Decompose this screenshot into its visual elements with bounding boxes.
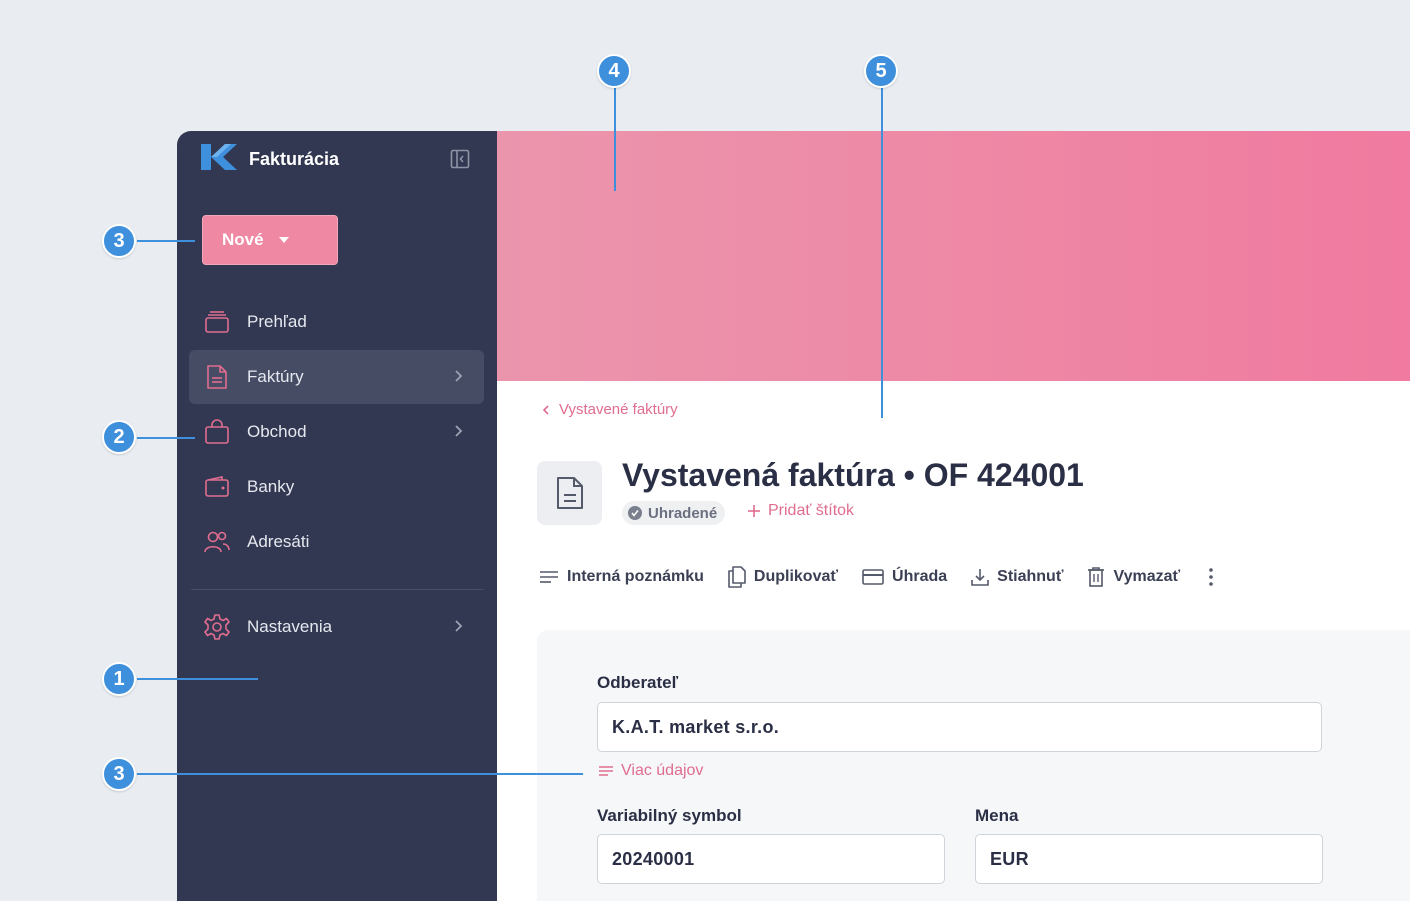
annotation-line xyxy=(881,88,883,418)
annotation-marker: 5 xyxy=(864,54,898,88)
bag-icon xyxy=(203,418,231,446)
currency-field[interactable]: EUR xyxy=(975,834,1323,884)
variable-symbol-field[interactable]: 20240001 xyxy=(597,834,945,884)
sidebar-nav: Prehľad Faktúry Obchod Banky Adresáti Na… xyxy=(189,295,484,655)
sidebar: Fakturácia Nové Prehľad Faktúry Obchod B… xyxy=(177,131,497,901)
lines-icon xyxy=(540,571,558,583)
annotation-marker: 1 xyxy=(102,662,136,696)
add-tag-label: Pridať štítok xyxy=(768,502,855,519)
breadcrumb-label: Vystavené faktúry xyxy=(559,401,678,418)
add-tag-button[interactable]: Pridať štítok xyxy=(747,502,854,520)
gear-icon xyxy=(203,613,231,641)
internal-note-label: Interná poznámku xyxy=(567,568,704,585)
duplicate-button[interactable]: Duplikovať xyxy=(728,566,838,588)
customer-field[interactable]: K.A.T. market s.r.o. xyxy=(597,702,1322,752)
more-info-button[interactable]: Viac údajov xyxy=(598,762,703,780)
check-circle-icon xyxy=(628,506,642,520)
delete-button[interactable]: Vymazať xyxy=(1087,567,1180,587)
payment-button[interactable]: Úhrada xyxy=(862,568,947,586)
document-icon xyxy=(556,477,583,509)
customer-label: Odberateľ xyxy=(597,673,679,692)
document-icon-box xyxy=(537,461,602,525)
chevron-left-icon xyxy=(542,404,549,415)
hero-banner xyxy=(497,131,1410,381)
brand[interactable]: Fakturácia xyxy=(201,143,340,175)
annotation-marker: 2 xyxy=(102,420,136,454)
kebab-menu-icon xyxy=(1209,568,1213,586)
annotation-marker: 4 xyxy=(597,54,631,88)
overview-icon xyxy=(203,308,231,336)
sidebar-item-label: Nastavenia xyxy=(247,617,333,636)
chevron-right-icon xyxy=(455,620,463,632)
sidebar-item-prehlad[interactable]: Prehľad xyxy=(189,295,484,349)
sidebar-item-label: Obchod xyxy=(247,422,307,441)
status-badge: Uhradené xyxy=(622,501,726,525)
annotation-line xyxy=(137,437,195,439)
collapse-sidebar-button[interactable] xyxy=(449,148,471,170)
sidebar-collapse-icon xyxy=(450,149,470,169)
wallet-icon xyxy=(203,473,231,501)
logo-icon xyxy=(201,143,237,175)
sidebar-item-label: Banky xyxy=(247,477,295,496)
annotation-line xyxy=(137,678,258,680)
chevron-right-icon xyxy=(455,425,463,437)
breadcrumb[interactable]: Vystavené faktúry xyxy=(541,401,678,418)
toolbar: Interná poznámku Duplikovať Úhrada Stiah… xyxy=(539,566,1218,588)
annotation-marker: 3 xyxy=(102,757,136,791)
currency-label: Mena xyxy=(975,806,1019,825)
duplicate-label: Duplikovať xyxy=(753,568,839,585)
sidebar-item-label: Faktúry xyxy=(247,367,304,386)
internal-note-button[interactable]: Interná poznámku xyxy=(539,568,704,586)
annotation-line xyxy=(137,240,195,242)
annotation-line xyxy=(614,88,616,191)
brand-name: Fakturácia xyxy=(249,148,340,169)
sidebar-item-banky[interactable]: Banky xyxy=(189,460,484,514)
more-options-button[interactable] xyxy=(1204,566,1218,588)
payment-label: Úhrada xyxy=(892,568,948,585)
sidebar-item-label: Prehľad xyxy=(247,312,307,331)
users-icon xyxy=(203,528,231,556)
variable-symbol-label: Variabilný symbol xyxy=(597,806,742,825)
annotation-marker: 3 xyxy=(102,224,136,258)
caret-down-icon xyxy=(278,237,289,243)
sidebar-item-faktury[interactable]: Faktúry xyxy=(189,350,484,404)
copy-icon xyxy=(728,566,746,588)
chevron-right-icon xyxy=(455,370,463,382)
main-content: Vystavené faktúry Vystavená faktúra • OF… xyxy=(497,131,1410,901)
more-info-label: Viac údajov xyxy=(621,762,704,779)
sidebar-divider xyxy=(191,589,484,590)
download-button[interactable]: Stiahnuť xyxy=(971,568,1063,586)
new-button[interactable]: Nové xyxy=(202,215,338,265)
plus-icon xyxy=(748,505,760,517)
annotation-line xyxy=(137,773,583,775)
invoice-icon xyxy=(203,363,231,391)
credit-card-icon xyxy=(862,569,884,585)
download-label: Stiahnuť xyxy=(997,568,1064,585)
delete-label: Vymazať xyxy=(1113,568,1181,585)
download-icon xyxy=(971,569,989,586)
status-label: Uhradené xyxy=(648,504,718,522)
new-button-label: Nové xyxy=(222,230,264,249)
sidebar-item-adresati[interactable]: Adresáti xyxy=(189,515,484,569)
lines-icon xyxy=(599,766,613,776)
invoice-form: Odberateľ K.A.T. market s.r.o. Viac údaj… xyxy=(537,630,1410,901)
trash-icon xyxy=(1088,567,1105,587)
sidebar-item-label: Adresáti xyxy=(247,532,310,551)
sidebar-item-nastavenia[interactable]: Nastavenia xyxy=(189,600,484,654)
page-title: Vystavená faktúra • OF 424001 xyxy=(622,457,1084,493)
sidebar-item-obchod[interactable]: Obchod xyxy=(189,405,484,459)
